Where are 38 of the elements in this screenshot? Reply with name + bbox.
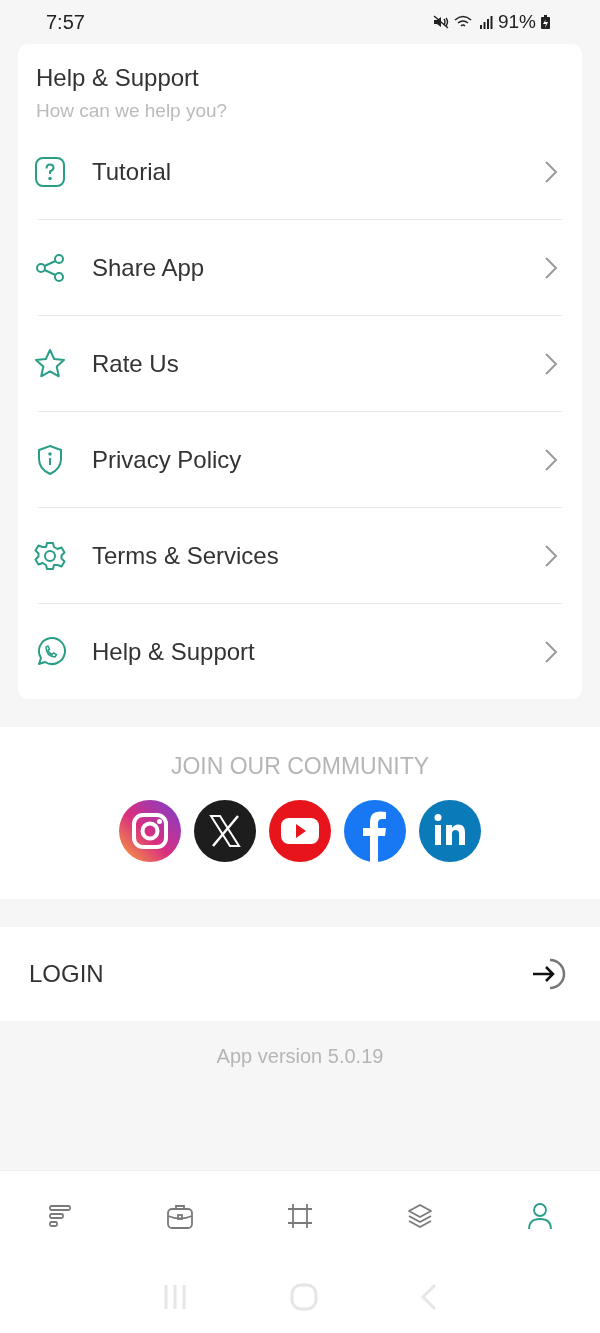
briefcase-icon <box>166 1202 194 1230</box>
wifi-icon <box>453 15 474 29</box>
app-version: App version 5.0.19 <box>216 1045 384 1068</box>
chevron-icon <box>544 639 558 664</box>
status-time: 7:57 <box>46 10 85 34</box>
chevron-icon <box>544 351 558 376</box>
card-subtitle: How can we help you? <box>36 100 229 122</box>
community-title: JOIN OUR COMMUNITY <box>170 753 430 780</box>
play-logo-icon[interactable] <box>269 800 331 862</box>
login-row[interactable]: LOGIN <box>0 927 600 1021</box>
menu-item[interactable]: Privacy Policy <box>38 412 562 508</box>
chevron-icon <box>544 447 558 472</box>
menu-item[interactable]: Share App <box>38 220 562 316</box>
x-logo-icon[interactable] <box>194 800 256 862</box>
star-icon <box>34 347 66 380</box>
card-title: Help & Support <box>36 64 200 92</box>
f-logo-icon[interactable] <box>344 800 406 862</box>
question-icon <box>34 155 66 188</box>
chevron-icon <box>544 543 558 568</box>
share-icon <box>34 251 66 284</box>
menu-item[interactable]: Rate Us <box>38 316 562 412</box>
person-icon <box>526 1202 554 1230</box>
menu-item[interactable]: Tutorial <box>38 124 562 220</box>
bars-icon <box>46 1202 74 1230</box>
chevron-icon <box>544 159 558 184</box>
chevron-icon <box>544 255 558 280</box>
menu-item[interactable]: Terms & Services <box>38 508 562 604</box>
menu-item[interactable]: Help & Support <box>38 604 562 699</box>
battery-level: 91% <box>497 11 536 33</box>
gear-icon <box>34 539 66 572</box>
mute-icon <box>432 15 449 29</box>
camera-logo-icon[interactable] <box>119 800 181 862</box>
login-arrow-icon <box>530 956 566 992</box>
layers-icon <box>406 1202 434 1230</box>
signal-icon <box>478 15 493 29</box>
battery-icon <box>541 15 550 29</box>
in-logo-icon[interactable] <box>419 800 481 862</box>
crop-icon <box>286 1202 314 1230</box>
